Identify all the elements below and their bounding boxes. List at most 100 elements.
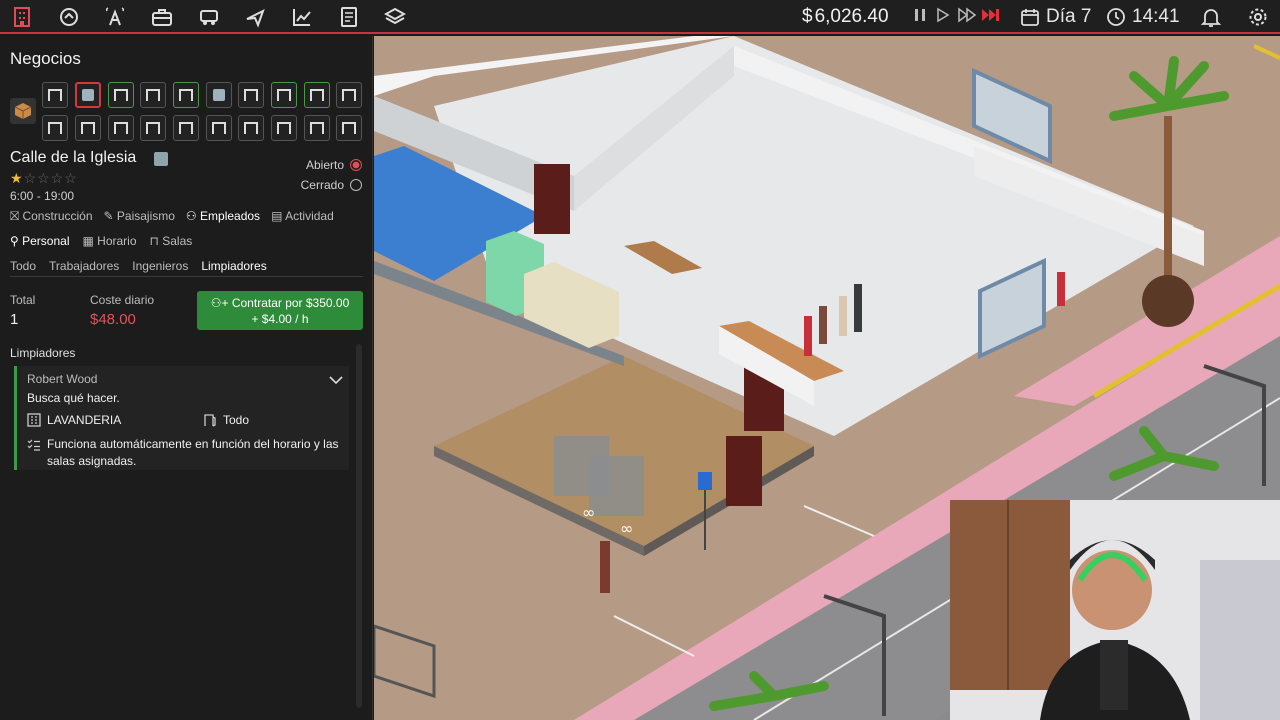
- business-icon[interactable]: [10, 5, 34, 29]
- business-slot[interactable]: [238, 115, 264, 141]
- tab-rooms[interactable]: ⊓ Salas: [150, 234, 193, 248]
- checklist-icon: [27, 439, 40, 451]
- laundry-badge-icon: [154, 152, 168, 166]
- business-slot[interactable]: [304, 115, 330, 141]
- tab-cleaners[interactable]: Limpiadores: [201, 259, 266, 273]
- time-value: 14:41: [1132, 6, 1180, 27]
- employee-status: Busca qué hacer.: [27, 391, 120, 405]
- radio-on-icon[interactable]: [350, 159, 362, 171]
- building-icon: [27, 413, 41, 427]
- fast-forward-button[interactable]: [957, 7, 977, 27]
- svg-text:∞: ∞: [620, 519, 633, 538]
- tab-label: Personal: [22, 234, 70, 248]
- business-slot[interactable]: [140, 115, 166, 141]
- business-slot[interactable]: [304, 82, 330, 108]
- business-slot[interactable]: [173, 115, 199, 141]
- stats-icon[interactable]: [290, 5, 314, 29]
- travel-icon[interactable]: [243, 5, 267, 29]
- calendar-icon: [1021, 9, 1039, 26]
- business-slot-selected[interactable]: [75, 82, 101, 108]
- broadcast-icon[interactable]: [103, 5, 127, 29]
- tab-label: Horario: [97, 234, 137, 248]
- pause-button[interactable]: [912, 7, 928, 27]
- business-slot[interactable]: [140, 82, 166, 108]
- panel-title: Negocios: [10, 49, 81, 68]
- tab-construction[interactable]: ⛝ Construcción: [10, 209, 93, 224]
- business-slot[interactable]: [75, 115, 101, 141]
- ledger-icon[interactable]: [337, 5, 361, 29]
- main-tabs: ⛝ Construcción ✎ Paisajismo ⚇ Empleados …: [10, 209, 334, 224]
- total-value: 1: [10, 311, 19, 328]
- time-display: 14:41: [1106, 6, 1180, 28]
- daily-cost-label: Coste diario: [90, 293, 155, 307]
- layers-icon[interactable]: [383, 5, 407, 29]
- business-hours: 6:00 - 19:00: [10, 189, 75, 203]
- tab-all[interactable]: Todo: [10, 259, 36, 273]
- tab-employees[interactable]: ⚇ Empleados: [186, 209, 260, 224]
- radio-off-icon[interactable]: [350, 179, 362, 191]
- day-value: Día 7: [1046, 6, 1092, 27]
- business-slot[interactable]: [271, 115, 297, 141]
- tab-label: Salas: [162, 234, 193, 248]
- top-bar: $ 6,026.40 Día 7 14:41: [0, 0, 1280, 34]
- tab-divider: [10, 276, 363, 277]
- total-label: Total: [10, 293, 36, 307]
- business-slot[interactable]: [42, 82, 68, 108]
- tab-staff[interactable]: ⚲ Personal: [10, 234, 70, 248]
- street-name: Calle de la Iglesia: [10, 149, 137, 166]
- ultra-speed-button[interactable]: [981, 7, 1001, 27]
- business-slot[interactable]: [206, 115, 232, 141]
- tab-engineers[interactable]: Ingenieros: [132, 259, 188, 273]
- tab-label: Actividad: [285, 209, 334, 223]
- tab-activity[interactable]: ▤ Actividad: [271, 209, 334, 224]
- business-slot[interactable]: [206, 82, 232, 108]
- tab-label: Paisajismo: [116, 209, 175, 223]
- settings-gear-icon[interactable]: [1246, 5, 1270, 29]
- business-slot[interactable]: [336, 82, 362, 108]
- daily-cost-value: $48.00: [90, 311, 136, 328]
- tab-workers[interactable]: Trabajadores: [49, 259, 119, 273]
- tab-schedule[interactable]: ▦ Horario: [83, 234, 137, 248]
- notifications-icon[interactable]: [1199, 5, 1223, 29]
- business-slot[interactable]: [173, 82, 199, 108]
- webcam-overlay: [950, 500, 1280, 720]
- tab-label: Empleados: [200, 209, 261, 223]
- tab-label: Construcción: [22, 209, 93, 223]
- section-title: Limpiadores: [10, 346, 76, 360]
- webcam-feed-image: [950, 500, 1280, 720]
- employee-card[interactable]: Robert Wood Busca qué hacer. LAVANDERIA …: [14, 366, 349, 470]
- business-slot[interactable]: [42, 115, 68, 141]
- status-closed-option[interactable]: Cerrado: [301, 178, 362, 192]
- money-value: 6,026.40: [814, 6, 889, 27]
- money-display: $ 6,026.40: [802, 6, 889, 28]
- money-symbol: $: [802, 6, 813, 27]
- panel-scrollbar[interactable]: [356, 344, 362, 708]
- play-button[interactable]: [935, 7, 951, 27]
- hire-button[interactable]: ⚇+ Contratar por $350.00 + $4.00 / h: [197, 291, 363, 330]
- business-slot[interactable]: [336, 115, 362, 141]
- role-tabs: Todo Trabajadores Ingenieros Limpiadores: [10, 259, 267, 273]
- clock-icon: [1107, 8, 1125, 26]
- jobs-icon[interactable]: [150, 5, 174, 29]
- marketing-icon[interactable]: [57, 5, 81, 29]
- chevron-down-icon[interactable]: [329, 372, 343, 390]
- tab-landscaping[interactable]: ✎ Paisajismo: [104, 209, 175, 224]
- box-icon[interactable]: [10, 98, 36, 124]
- business-slot[interactable]: [108, 115, 134, 141]
- business-slot[interactable]: [271, 82, 297, 108]
- business-slot[interactable]: [238, 82, 264, 108]
- assigned-scope[interactable]: Todo: [223, 413, 249, 427]
- rating-stars: ★☆☆☆☆: [10, 170, 78, 186]
- status-open-label: Abierto: [305, 158, 344, 172]
- business-slot[interactable]: [108, 82, 134, 108]
- add-person-icon: ⚇+: [210, 296, 232, 310]
- logistics-icon[interactable]: [197, 5, 221, 29]
- hire-rate: + $4.00 / h: [251, 312, 309, 326]
- assigned-room[interactable]: LAVANDERIA: [47, 413, 121, 427]
- employee-name: Robert Wood: [27, 372, 98, 386]
- status-open-option[interactable]: Abierto: [306, 158, 362, 172]
- hire-label: Contratar por $350.00: [231, 296, 350, 310]
- day-display: Día 7: [1020, 6, 1091, 28]
- status-closed-label: Cerrado: [300, 178, 344, 192]
- door-icon: [204, 414, 216, 427]
